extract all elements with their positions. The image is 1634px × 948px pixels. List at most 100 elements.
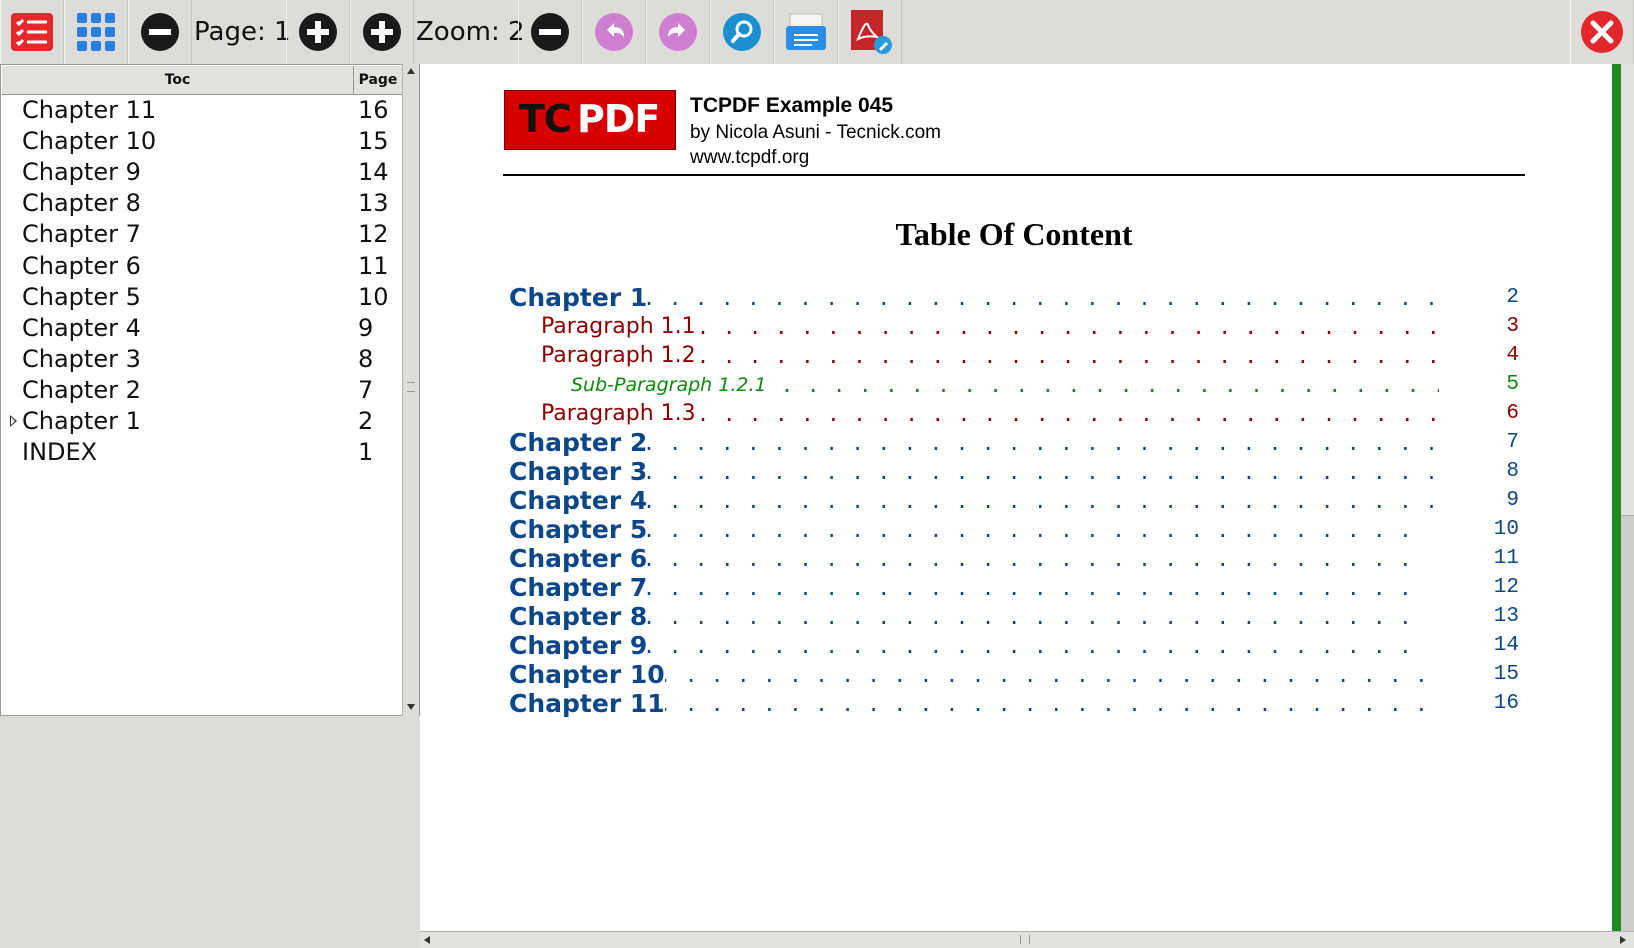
toc-chapter-entry[interactable]: . . . . . . . . . . . . . . . . . . . . … [509, 661, 1519, 689]
dot-leader: . . . . . . . . . . . . . . . . . . . . … [697, 344, 1439, 368]
toc-chapter-entry[interactable]: . . . . . . . . . . . . . . . . . . . . … [509, 429, 1519, 457]
toc-row[interactable]: Chapter 1 2 [2, 406, 402, 437]
redo-icon [659, 13, 697, 51]
entry-page: 3 [1506, 315, 1519, 338]
toc-chapter-entry[interactable]: . . . . . . . . . . . . . . . . . . . . … [509, 603, 1519, 631]
toc-row[interactable]: Chapter 4 9 [2, 313, 402, 344]
dot-leader: . . . . . . . . . . . . . . . . . . . . … [643, 576, 1429, 600]
entry-page: 4 [1506, 344, 1519, 367]
toc-row[interactable]: Chapter 7 12 [2, 219, 402, 250]
entry-page: 16 [1493, 692, 1519, 715]
toc-subparagraph-entry[interactable]: . . . . . . . . . . . . . . . . . . . . … [509, 371, 1519, 399]
list-icon [11, 13, 53, 51]
document-scroll-thumb[interactable] [1621, 515, 1634, 932]
dot-leader: . . . . . . . . . . . . . . . . . . . . … [643, 460, 1439, 484]
toc-row[interactable]: Chapter 3 8 [2, 344, 402, 375]
entry-label: Chapter 10 [509, 660, 665, 689]
entry-page: 15 [1493, 663, 1519, 686]
expand-arrow-icon[interactable] [10, 415, 17, 427]
close-button[interactable] [1570, 0, 1634, 64]
zoom-out-button[interactable] [518, 0, 582, 64]
scroll-left-icon[interactable] [424, 936, 430, 944]
entry-label: Paragraph 1.1 [541, 313, 696, 341]
toc-row[interactable]: Chapter 6 11 [2, 251, 402, 282]
document-hscrollbar[interactable] [420, 931, 1634, 948]
toc-row[interactable]: Chapter 11 16 [2, 95, 402, 126]
toc-row[interactable]: Chapter 10 15 [2, 126, 402, 157]
toc-row-page: 9 [358, 313, 374, 342]
document-scroll-indicator [1612, 64, 1621, 931]
search-icon [723, 13, 761, 51]
toc-row-title: Chapter 9 [22, 158, 141, 187]
toc-chapter-entry[interactable]: . . . . . . . . . . . . . . . . . . . . … [509, 545, 1519, 573]
entry-label: Chapter 3 [509, 457, 648, 486]
toc-row-page: 13 [358, 189, 389, 218]
entry-page: 2 [1506, 286, 1519, 309]
toc-row-title: Chapter 1 [22, 407, 141, 435]
toc-column-header[interactable]: Toc [2, 66, 354, 94]
toc-heading: Table Of Content [895, 216, 1133, 252]
toc-row-title: Chapter 7 [22, 220, 141, 249]
toc-paragraph-entry[interactable]: . . . . . . . . . . . . . . . . . . . . … [509, 400, 1519, 428]
toc-chapter-entry[interactable]: . . . . . . . . . . . . . . . . . . . . … [509, 487, 1519, 515]
toc-chapter-entry[interactable]: . . . . . . . . . . . . . . . . . . . . … [509, 632, 1519, 660]
toc-list-button[interactable] [0, 0, 64, 64]
toc-chapter-entry[interactable]: . . . . . . . . . . . . . . . . . . . . … [509, 516, 1519, 544]
dot-leader: . . . . . . . . . . . . . . . . . . . . … [659, 663, 1429, 687]
grid-icon [77, 13, 115, 51]
dot-leader: . . . . . . . . . . . . . . . . . . . . … [697, 315, 1439, 339]
minus-circle-icon [531, 13, 569, 51]
page-next-button[interactable] [286, 0, 350, 64]
entry-page: 13 [1493, 605, 1519, 628]
toc-row[interactable]: Chapter 5 10 [2, 282, 402, 313]
toc-row[interactable]: Chapter 2 7 [2, 375, 402, 406]
minus-circle-icon [141, 13, 179, 51]
toc-paragraph-entry[interactable]: . . . . . . . . . . . . . . . . . . . . … [509, 342, 1519, 370]
zoom-in-button[interactable] [350, 0, 414, 64]
toc-row-title: Chapter 6 [22, 251, 141, 280]
zoom-indicator: Zoom: 2 [416, 17, 525, 47]
page-column-header[interactable]: Page [354, 66, 402, 94]
entry-label: Paragraph 1.3 [541, 400, 696, 428]
toc-header: Toc Page [2, 66, 402, 95]
toc-row-title: Chapter 11 [22, 96, 157, 124]
scroll-up-icon[interactable] [407, 68, 415, 74]
print-button[interactable] [774, 0, 838, 64]
toc-row-page: 7 [358, 375, 374, 404]
page-previous-button[interactable] [128, 0, 192, 64]
scroll-right-icon[interactable] [1620, 936, 1626, 944]
entry-label: Chapter 9 [509, 631, 648, 660]
toc-chapter-entry[interactable]: . . . . . . . . . . . . . . . . . . . . … [509, 458, 1519, 486]
entry-label: Chapter 6 [509, 544, 648, 573]
scroll-down-icon[interactable] [407, 704, 415, 710]
toc-row-page: 1 [358, 438, 374, 467]
thumbnails-button[interactable] [64, 0, 128, 64]
dot-leader: . . . . . . . . . . . . . . . . . . . . … [643, 634, 1429, 658]
pdf-edit-button[interactable] [838, 0, 902, 64]
toc-row-page: 12 [358, 220, 389, 249]
printer-icon [786, 13, 826, 50]
entry-page: 8 [1506, 460, 1519, 483]
undo-button[interactable] [582, 0, 646, 64]
toc-chapter-entry[interactable]: . . . . . . . . . . . . . . . . . . . . … [509, 284, 1519, 312]
entry-label: Paragraph 1.2 [541, 342, 696, 370]
toc-row-title: Chapter 2 [22, 375, 141, 404]
dot-leader: . . . . . . . . . . . . . . . . . . . . … [697, 402, 1439, 426]
toc-chapter-entry[interactable]: . . . . . . . . . . . . . . . . . . . . … [509, 574, 1519, 602]
page-indicator: Page: 1 [194, 17, 291, 47]
redo-button[interactable] [646, 0, 710, 64]
dot-leader: . . . . . . . . . . . . . . . . . . . . … [643, 431, 1439, 455]
toc-chapter-entry[interactable]: . . . . . . . . . . . . . . . . . . . . … [509, 690, 1519, 718]
toc-scrollbar[interactable] [402, 64, 419, 716]
toc-row[interactable]: Chapter 8 13 [2, 188, 402, 219]
entry-page: 7 [1506, 431, 1519, 454]
toc-row-page: 2 [358, 407, 374, 435]
toc-row-page: 11 [358, 251, 389, 280]
toc-row-title: Chapter 5 [22, 282, 141, 311]
toc-paragraph-entry[interactable]: . . . . . . . . . . . . . . . . . . . . … [509, 313, 1519, 341]
entry-page: 14 [1493, 634, 1519, 657]
search-button[interactable] [710, 0, 774, 64]
toc-row[interactable]: Chapter 9 14 [2, 157, 402, 188]
toc-row-page: 16 [358, 96, 389, 124]
toc-row[interactable]: INDEX 1 [2, 437, 402, 468]
